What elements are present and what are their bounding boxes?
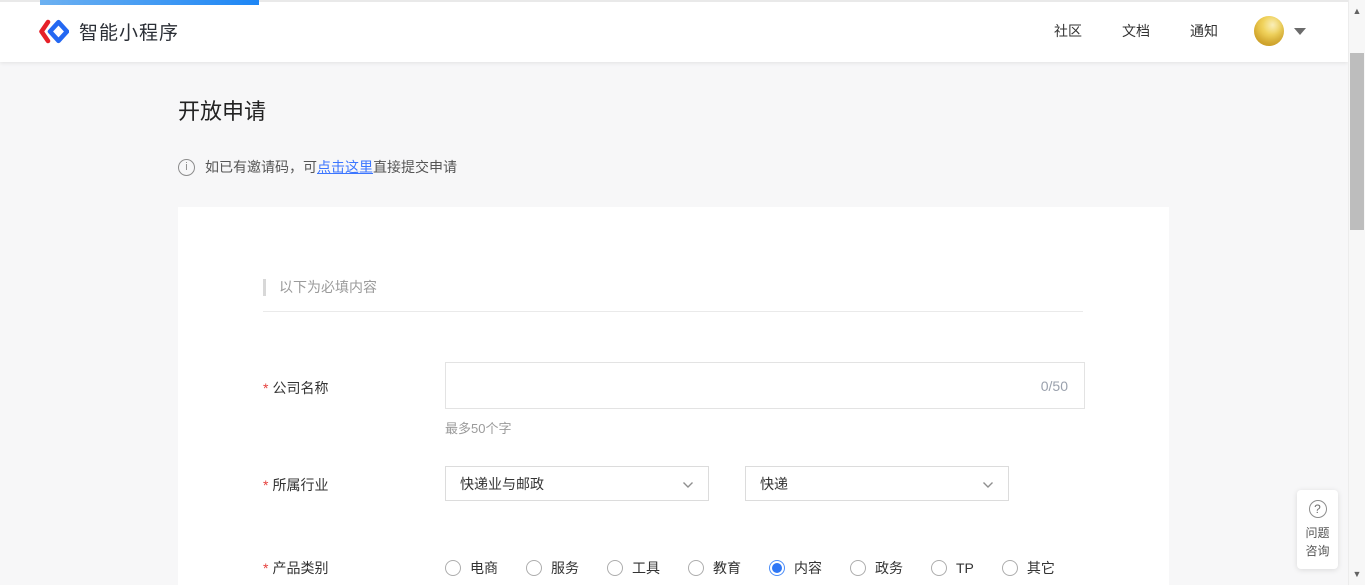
radio-option-ecommerce[interactable]: 电商 [445,558,498,578]
avatar[interactable] [1254,16,1284,46]
chevron-down-icon [682,476,694,492]
section-divider [263,311,1083,312]
radio-icon [850,560,866,576]
page-loading-progress-bar [40,0,259,5]
radio-icon [445,560,461,576]
radio-icon [607,560,623,576]
nav-item-notifications[interactable]: 通知 [1190,21,1218,41]
radio-option-government[interactable]: 政务 [850,558,903,578]
notice-text-prefix: 如已有邀请码，可 [205,157,317,177]
scroll-down-icon[interactable]: ▼ [1349,569,1365,579]
app-title: 智能小程序 [79,18,179,45]
help-consult-button[interactable]: ? 问题 咨询 [1297,490,1338,569]
radio-option-tp[interactable]: TP [931,560,974,576]
company-name-helper: 最多50个字 [445,418,1085,437]
product-category-radio-group: 电商 服务 工具 教育 [445,557,1083,578]
product-category-row: *产品类别 电商 服务 工具 [263,557,1169,578]
radio-option-education[interactable]: 教育 [688,558,741,578]
radio-option-other[interactable]: 其它 [1002,558,1055,578]
company-name-input-wrapper: 0/50 [445,362,1085,409]
help-text-line1: 问题 [1297,524,1338,542]
industry-primary-select[interactable]: 快递业与邮政 [445,466,709,501]
top-header: 智能小程序 社区 文档 通知 [0,0,1348,62]
section-title: 以下为必填内容 [279,277,377,297]
required-asterisk: * [263,380,268,396]
radio-option-service[interactable]: 服务 [526,558,579,578]
info-icon: i [178,159,195,176]
scroll-up-icon[interactable]: ▲ [1349,6,1365,16]
caret-down-icon [1294,28,1306,35]
radio-option-tool[interactable]: 工具 [607,558,660,578]
company-name-label: *公司名称 [263,362,445,437]
invite-code-notice: i 如已有邀请码，可点击这里直接提交申请 [178,157,1348,177]
required-section-header: 以下为必填内容 [263,277,1169,297]
industry-secondary-select[interactable]: 快递 [745,466,1009,501]
main-content: 开放申请 i 如已有邀请码，可点击这里直接提交申请 以下为必填内容 *公司名称 … [0,62,1348,585]
radio-icon [1002,560,1018,576]
app-logo[interactable]: 智能小程序 [38,18,179,45]
nav-item-community[interactable]: 社区 [1054,21,1082,41]
scrollbar-thumb[interactable] [1350,53,1364,230]
notice-text-suffix: 直接提交申请 [373,157,457,177]
vertical-scrollbar[interactable]: ▲ ▼ [1348,0,1365,585]
required-asterisk: * [263,560,268,576]
chevron-down-icon [982,476,994,492]
radio-icon [688,560,704,576]
radio-icon [526,560,542,576]
radio-icon [769,560,785,576]
question-icon: ? [1309,500,1327,518]
product-category-label: *产品类别 [263,557,445,578]
industry-primary-value: 快递业与邮政 [460,474,682,494]
char-counter: 0/50 [1041,378,1068,394]
smart-miniprogram-logo-icon [38,19,69,44]
company-name-input[interactable] [462,378,1031,394]
industry-secondary-value: 快递 [760,474,982,494]
radio-icon [931,560,947,576]
company-name-row: *公司名称 0/50 最多50个字 [263,362,1169,437]
application-form-card: 以下为必填内容 *公司名称 0/50 最多50个字 *所属行业 [178,207,1169,585]
radio-option-content[interactable]: 内容 [769,558,822,578]
required-asterisk: * [263,477,268,493]
account-menu[interactable] [1254,16,1306,46]
page-title: 开放申请 [178,98,1348,126]
section-accent-bar [263,279,266,296]
industry-label: *所属行业 [263,466,445,501]
nav-item-docs[interactable]: 文档 [1122,21,1150,41]
header-nav: 社区 文档 通知 [1014,16,1306,46]
click-here-link[interactable]: 点击这里 [317,157,373,177]
industry-row: *所属行业 快递业与邮政 快递 [263,466,1169,501]
help-text-line2: 咨询 [1297,542,1338,560]
